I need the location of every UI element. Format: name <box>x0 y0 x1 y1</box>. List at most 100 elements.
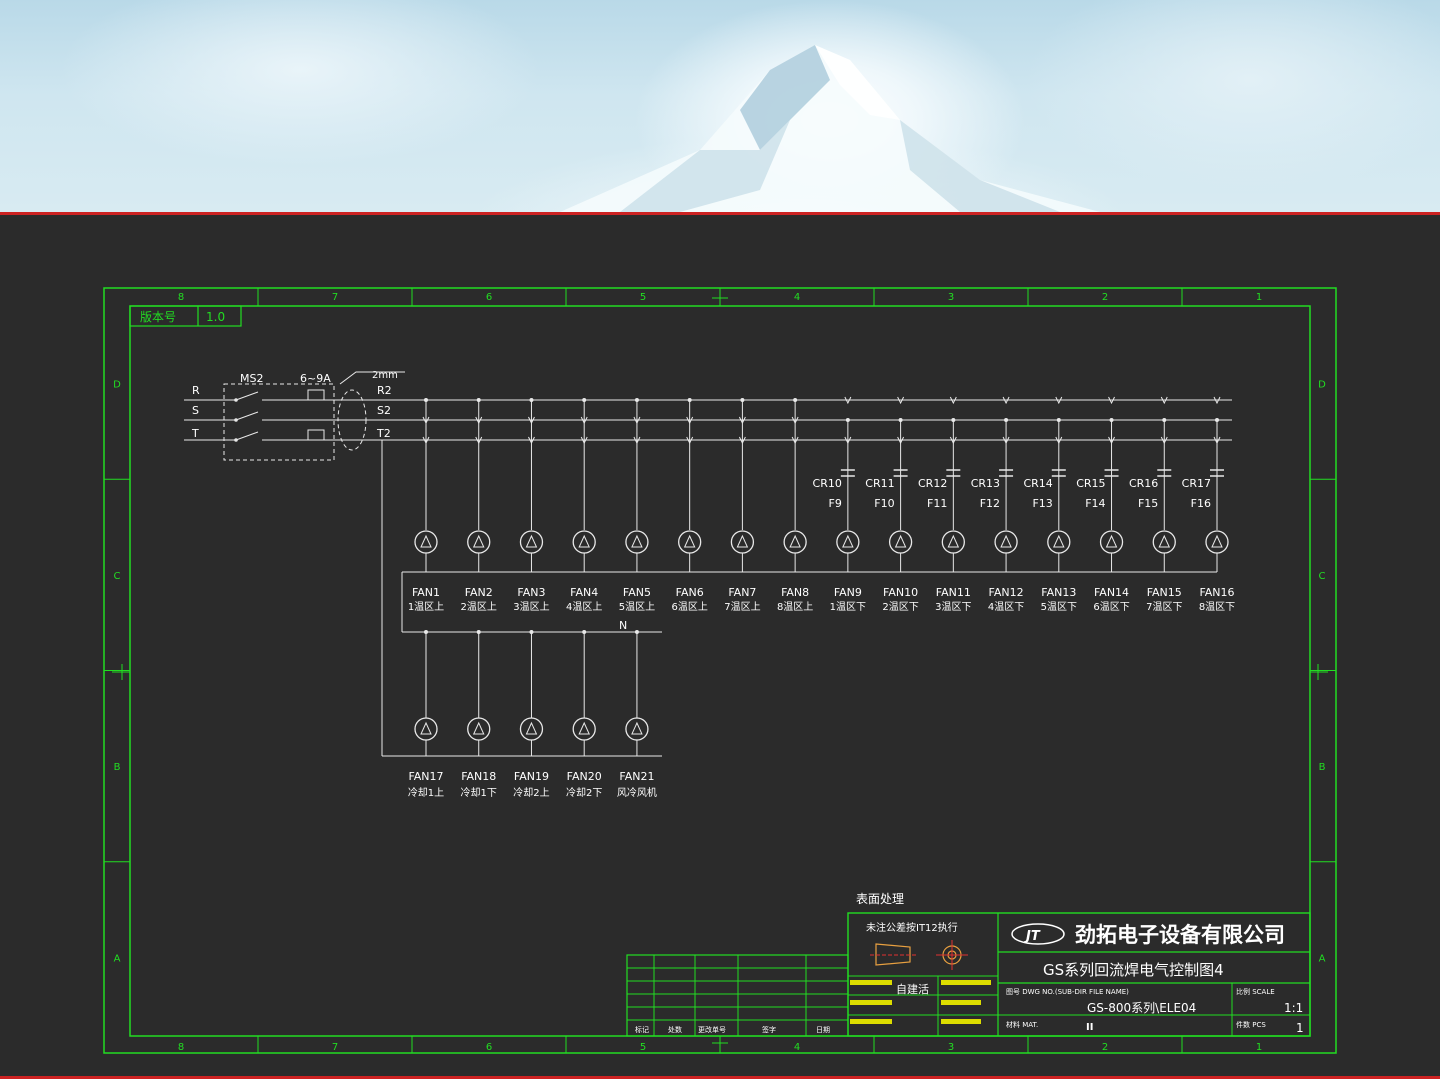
junction-dot <box>740 398 745 402</box>
power-supply-section: R S T MS2 6~9A 2mm R2 S2 T2 N <box>191 370 627 632</box>
breaker-label: MS2 <box>240 372 263 385</box>
approval-label: 自建活 <box>896 982 929 996</box>
fan-blade-icon <box>525 534 538 548</box>
fuse-name: F16 <box>1191 497 1211 510</box>
fan-zone: 3温区下 <box>935 601 971 613</box>
fan-zone: 6温区下 <box>1093 601 1129 613</box>
scale-value: 1:1 <box>1284 1001 1303 1015</box>
breaker-contact <box>235 411 259 421</box>
junction-dot <box>529 398 534 402</box>
center-mark <box>712 288 728 306</box>
fan-symbol-icon <box>888 530 913 554</box>
junction-dot <box>687 398 692 402</box>
fuse-name: F9 <box>829 497 842 510</box>
wiring <box>184 389 1232 757</box>
fan-blade-icon <box>631 534 643 548</box>
fan-name: FAN9 <box>834 586 862 599</box>
fan-symbol-icon <box>414 717 438 741</box>
fan-zone: 2温区下 <box>882 601 918 613</box>
junction-dot <box>634 630 639 634</box>
junction-dot <box>793 398 798 402</box>
fuse-name: F15 <box>1138 497 1158 510</box>
rev-header: 更改单号 <box>698 1025 726 1034</box>
fan-zone: 4温区上 <box>566 601 602 613</box>
fan-blade-icon <box>1211 534 1223 548</box>
fan-blade-icon <box>578 534 590 548</box>
fuse-name: F13 <box>1032 497 1052 510</box>
column-label: 8 <box>178 1042 184 1053</box>
scale-label: 比例 SCALE <box>1236 987 1275 996</box>
phase-label: R <box>192 384 200 397</box>
breaker-rating: 6~9A <box>300 372 331 385</box>
version-box: 版本号 1.0 <box>129 305 242 327</box>
output-label: T2 <box>376 427 391 440</box>
fan-blade-icon <box>420 721 432 735</box>
relay-name: CR10 <box>813 477 842 490</box>
fan-symbol-icon <box>1152 530 1176 554</box>
projection-symbol <box>870 940 968 970</box>
electrical-drawing: 8 8 7 7 6 6 5 5 4 4 3 3 2 2 1 1 D D C C B B A A 版本号 1.0 R S T M… <box>103 287 1337 1054</box>
contact-dot <box>234 418 238 422</box>
fan-zone: 1温区下 <box>830 601 866 613</box>
fuse-name: F11 <box>927 497 947 510</box>
fan-name: FAN7 <box>728 586 756 599</box>
column-label: 8 <box>178 292 184 303</box>
junction-dot <box>951 418 956 422</box>
fan-zone: 6温区上 <box>671 601 707 613</box>
output-label: S2 <box>377 404 391 417</box>
fan-name: FAN10 <box>883 586 918 599</box>
slide: 8 8 7 7 6 6 5 5 4 4 3 3 2 2 1 1 D D C C B B A A 版本号 1.0 R S T M… <box>0 0 1440 1079</box>
company-logo: JT <box>1011 923 1065 945</box>
fan-blade-icon <box>631 721 643 735</box>
fan-blade-icon <box>420 534 432 548</box>
fan-zone: 7温区上 <box>724 601 760 613</box>
center-mark <box>112 664 130 680</box>
fan-name: FAN18 <box>461 770 496 783</box>
fan-zone: 7温区下 <box>1146 601 1182 613</box>
row-label: A <box>114 953 121 964</box>
fuse-name: F14 <box>1085 497 1105 510</box>
fan-symbol-icon <box>994 530 1018 554</box>
rev-header: 签字 <box>762 1025 776 1034</box>
column-label: 1 <box>1256 1042 1262 1053</box>
qty-value: 1 <box>1296 1021 1304 1035</box>
output-label: R2 <box>377 384 392 397</box>
relay-name: CR15 <box>1076 477 1105 490</box>
relay-name: CR13 <box>971 477 1000 490</box>
junction-dot <box>582 398 587 402</box>
fan-zone: 冷却1上 <box>408 786 444 799</box>
fan-name: FAN20 <box>567 770 602 783</box>
fan-symbol-icon <box>678 530 702 554</box>
fan-zone: 8温区上 <box>777 601 813 613</box>
relay-name: CR17 <box>1182 477 1211 490</box>
qty-label: 件数 PCS <box>1236 1020 1266 1029</box>
fan-name: FAN15 <box>1147 586 1182 599</box>
fan-symbol-icon <box>783 530 807 554</box>
fan-symbol-icon <box>519 530 544 554</box>
fan-blade-icon <box>947 534 960 548</box>
dwg-no-label: 图号 DWG NO.(SUB-DIR FILE NAME) <box>1006 988 1129 996</box>
center-mark <box>712 1036 728 1053</box>
fan-name: FAN1 <box>412 586 440 599</box>
fan-symbol-icon <box>414 530 438 554</box>
contact-dot <box>234 438 238 442</box>
fan-symbol-icon <box>1047 530 1071 554</box>
material-value: II <box>1086 1022 1093 1033</box>
phase-label: T <box>191 427 199 440</box>
fan-symbol-icon <box>941 530 965 554</box>
version-label: 版本号 <box>140 310 176 324</box>
fan-symbol-icon <box>1205 530 1229 554</box>
relay-name: CR16 <box>1129 477 1158 490</box>
fan-zone: 1温区上 <box>408 601 444 613</box>
fan-symbol-icon <box>625 717 649 741</box>
fan-blade-icon <box>842 534 854 548</box>
fan-symbol-icon <box>572 530 596 554</box>
junction-dot <box>476 398 481 402</box>
junction-dot <box>476 630 481 634</box>
row-label: B <box>114 762 121 773</box>
fuse-name: F10 <box>874 497 894 510</box>
fan-blade-icon <box>578 721 590 735</box>
drawing-title: GS系列回流焊电气控制图4 <box>1043 961 1224 979</box>
fan-name: FAN17 <box>408 770 443 783</box>
fan-blade-icon <box>1053 534 1065 548</box>
